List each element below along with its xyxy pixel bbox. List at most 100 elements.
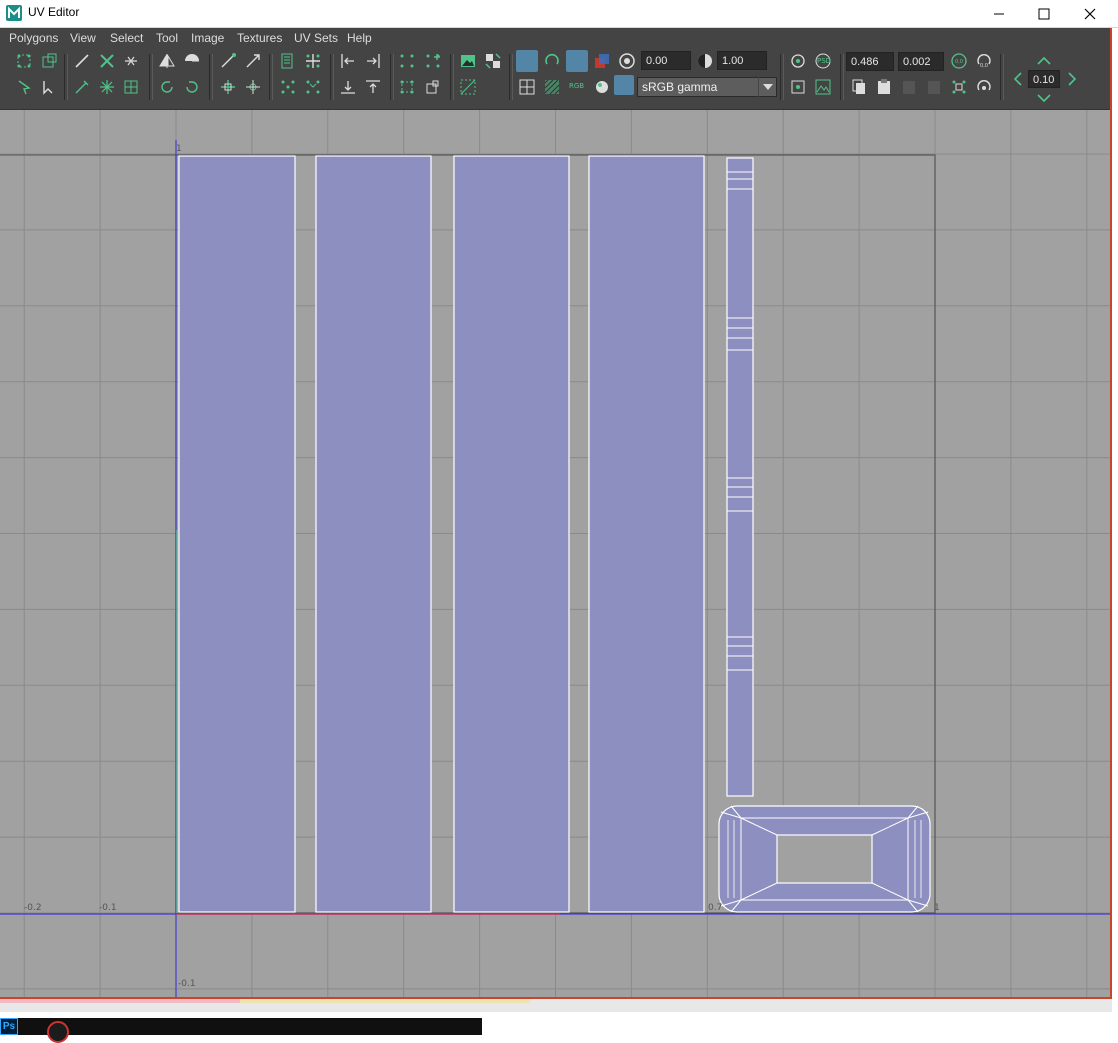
maximize-button[interactable] bbox=[1021, 0, 1067, 28]
gamma-icon[interactable] bbox=[696, 52, 714, 70]
chevron-right-icon[interactable] bbox=[1062, 70, 1080, 88]
chevron-left-icon[interactable] bbox=[1010, 70, 1028, 88]
gamma-field[interactable]: 1.00 bbox=[717, 51, 767, 70]
toolbar-separator bbox=[450, 54, 454, 100]
grid-display-icon[interactable] bbox=[518, 78, 536, 96]
menu-polygons[interactable]: Polygons bbox=[9, 31, 58, 45]
toolbar-separator bbox=[149, 54, 153, 100]
straighten-icon[interactable] bbox=[219, 52, 237, 70]
flip-v-icon[interactable] bbox=[183, 52, 201, 70]
uv-shell bbox=[453, 155, 570, 913]
minimize-icon bbox=[994, 13, 1004, 15]
rotate-tool-icon[interactable] bbox=[543, 52, 561, 70]
copy-icon[interactable] bbox=[850, 78, 868, 96]
align-left-icon[interactable] bbox=[339, 52, 357, 70]
chevron-down-icon[interactable] bbox=[1035, 90, 1053, 108]
uv-border-icon[interactable] bbox=[398, 78, 416, 96]
record-icon[interactable] bbox=[47, 1021, 69, 1043]
menu-bar: Polygons View Select Tool Image Textures… bbox=[0, 28, 1112, 48]
swap-uv-icon[interactable] bbox=[975, 78, 993, 96]
rgb-channel-label[interactable]: RGB bbox=[569, 82, 584, 90]
menu-select[interactable]: Select bbox=[110, 31, 143, 45]
aperture-icon[interactable] bbox=[618, 52, 636, 70]
colorspace-dropdown[interactable]: sRGB gamma bbox=[637, 77, 777, 97]
psd-label[interactable]: PSD bbox=[817, 57, 831, 65]
u-paste-icon[interactable] bbox=[900, 78, 918, 96]
axis-label: -0.1 bbox=[178, 979, 196, 989]
taskbar-apps bbox=[0, 1018, 482, 1035]
rotate-ccw-icon[interactable] bbox=[158, 78, 176, 96]
photoshop-icon[interactable]: Ps bbox=[0, 1018, 18, 1035]
unfold-icon[interactable] bbox=[122, 78, 140, 96]
axis-label: -0.2 bbox=[24, 903, 42, 913]
paste-icon[interactable] bbox=[875, 78, 893, 96]
gather-icon[interactable] bbox=[304, 78, 322, 96]
sphere-icon[interactable] bbox=[593, 78, 611, 96]
layout-shells-icon[interactable] bbox=[279, 52, 297, 70]
snap-together-icon[interactable] bbox=[219, 78, 237, 96]
uv-viewport[interactable] bbox=[0, 110, 1112, 1000]
chevron-up-icon[interactable] bbox=[1035, 52, 1053, 70]
menu-help[interactable]: Help bbox=[347, 31, 372, 45]
copy-uv-icon[interactable]: 0,0 bbox=[950, 52, 968, 70]
toolbar-separator bbox=[840, 54, 844, 100]
uv-grid-canvas[interactable] bbox=[0, 110, 1112, 1000]
cut-uv-icon[interactable] bbox=[73, 52, 91, 70]
relax-icon[interactable] bbox=[98, 78, 116, 96]
title-bar: UV Editor bbox=[0, 0, 1118, 28]
minimize-button[interactable] bbox=[976, 0, 1022, 28]
checker-pattern-icon[interactable] bbox=[543, 78, 561, 96]
v-value-field[interactable]: 0.002 bbox=[898, 52, 944, 71]
brush-icon[interactable] bbox=[73, 78, 91, 96]
lasso-arrow-icon[interactable] bbox=[40, 78, 58, 96]
align-top-icon[interactable] bbox=[364, 78, 382, 96]
image-display-icon[interactable] bbox=[459, 52, 477, 70]
flip-u-icon[interactable] bbox=[158, 52, 176, 70]
paste-uv-icon[interactable]: 0,0 bbox=[975, 52, 993, 70]
rotate-cw-icon[interactable] bbox=[183, 78, 201, 96]
checker-icon[interactable] bbox=[484, 52, 502, 70]
pin-uv-icon[interactable] bbox=[789, 52, 807, 70]
image-snapshot-icon[interactable] bbox=[814, 78, 832, 96]
align-bottom-icon[interactable] bbox=[339, 78, 357, 96]
toolbar-separator bbox=[1000, 54, 1004, 100]
grid-uv-icon[interactable] bbox=[304, 52, 322, 70]
uv-shell-select-icon[interactable] bbox=[398, 52, 416, 70]
exposure-field[interactable]: 0.00 bbox=[641, 51, 691, 70]
close-button[interactable] bbox=[1067, 0, 1113, 28]
stack-shells-icon[interactable] bbox=[244, 78, 262, 96]
align-icon[interactable] bbox=[244, 52, 262, 70]
maximize-icon bbox=[1038, 8, 1050, 20]
menu-textures[interactable]: Textures bbox=[237, 31, 282, 45]
uv-shell bbox=[588, 155, 705, 913]
axis-label: 1 bbox=[176, 144, 182, 154]
u-value-field[interactable]: 0.486 bbox=[846, 52, 894, 71]
distribute-icon[interactable] bbox=[279, 78, 297, 96]
snap-toggle[interactable] bbox=[516, 50, 538, 72]
shaded-toggle[interactable] bbox=[566, 50, 588, 72]
cycle-uv-icon[interactable] bbox=[950, 78, 968, 96]
color-management-toggle[interactable] bbox=[614, 75, 634, 95]
uv-shell bbox=[315, 155, 432, 913]
background-window-edge bbox=[240, 999, 530, 1003]
display-rgb-icon[interactable] bbox=[593, 52, 611, 70]
uv-add-icon[interactable] bbox=[424, 52, 442, 70]
align-right-icon[interactable] bbox=[364, 52, 382, 70]
chevron-down-icon[interactable] bbox=[758, 77, 777, 97]
v-paste-icon[interactable] bbox=[925, 78, 943, 96]
menu-tool[interactable]: Tool bbox=[156, 31, 178, 45]
select-arrow-icon[interactable] bbox=[15, 78, 33, 96]
uv-toolkit-icon[interactable] bbox=[15, 52, 33, 70]
menu-view[interactable]: View bbox=[70, 31, 96, 45]
axis-label: 1 bbox=[934, 903, 940, 913]
sew-uv-icon[interactable] bbox=[122, 52, 140, 70]
step-field[interactable]: 0.10 bbox=[1028, 70, 1060, 88]
texture-borders-icon[interactable] bbox=[459, 78, 477, 96]
uv-shell-border-icon[interactable] bbox=[424, 78, 442, 96]
delete-uv-icon[interactable] bbox=[98, 52, 116, 70]
background-window-edge bbox=[0, 999, 240, 1003]
menu-image[interactable]: Image bbox=[191, 31, 224, 45]
shell-select-icon[interactable] bbox=[789, 78, 807, 96]
uv-layout-icon[interactable] bbox=[40, 52, 58, 70]
menu-uv-sets[interactable]: UV Sets bbox=[294, 31, 338, 45]
